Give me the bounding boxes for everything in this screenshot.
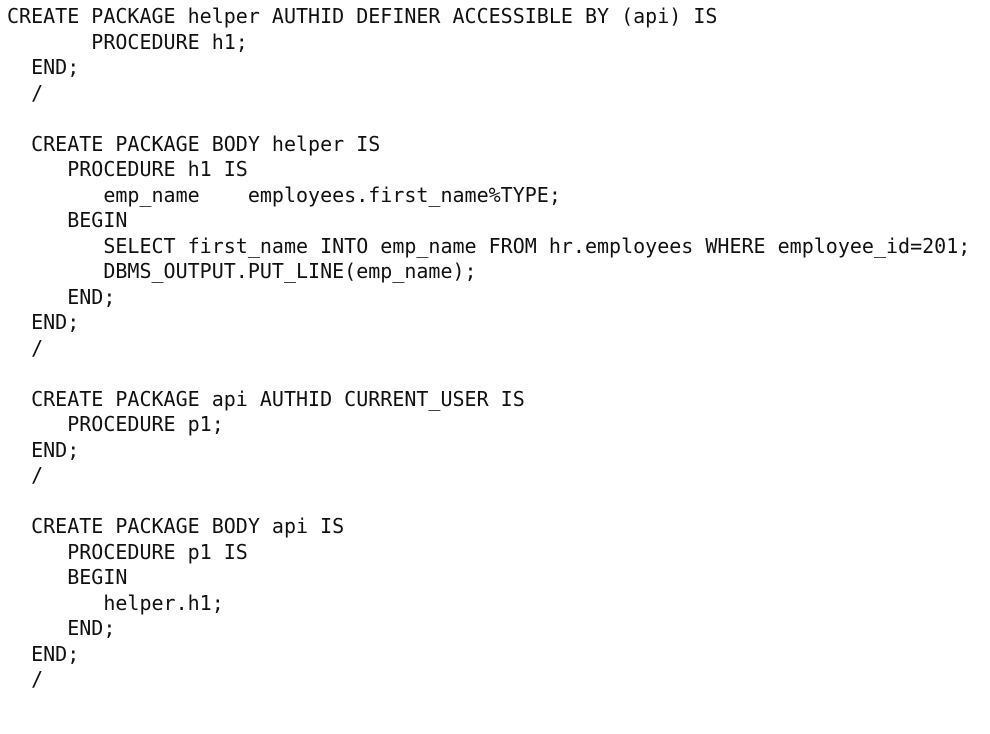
code-line: CREATE PACKAGE BODY helper IS	[7, 131, 381, 156]
code-line: END;	[7, 616, 116, 640]
code-line: PROCEDURE p1 IS	[7, 539, 248, 564]
code-line: END;	[7, 310, 80, 334]
code-line: BEGIN	[7, 565, 128, 589]
code-line: CREATE PACKAGE api AUTHID CURRENT_USER I…	[7, 386, 525, 411]
code-line: END;	[7, 284, 116, 309]
code-line: END;	[7, 437, 80, 462]
code-line: END;	[7, 55, 80, 79]
code-line: DBMS_OUTPUT.PUT_LINE(emp_name);	[7, 259, 477, 283]
plsql-code-block[interactable]: CREATE PACKAGE helper AUTHID DEFINER ACC…	[7, 4, 970, 693]
code-line: PROCEDURE p1;	[7, 412, 224, 436]
code-line: /	[7, 463, 44, 487]
code-line: SELECT first_name INTO emp_name FROM hr.…	[7, 233, 971, 258]
code-listing-page: CREATE PACKAGE helper AUTHID DEFINER ACC…	[0, 0, 990, 734]
code-line: CREATE PACKAGE helper AUTHID DEFINER ACC…	[7, 4, 718, 28]
code-line: helper.h1;	[7, 590, 224, 615]
code-line: /	[7, 335, 44, 360]
code-line: /	[7, 667, 44, 691]
code-line: END;	[7, 641, 80, 666]
code-line: PROCEDURE h1;	[7, 29, 248, 54]
code-line: emp_name employees.first_name%TYPE;	[7, 182, 561, 207]
code-line: BEGIN	[7, 208, 128, 232]
code-line: CREATE PACKAGE BODY api IS	[7, 514, 345, 538]
code-line: PROCEDURE h1 IS	[7, 157, 248, 181]
code-line: /	[7, 80, 44, 105]
